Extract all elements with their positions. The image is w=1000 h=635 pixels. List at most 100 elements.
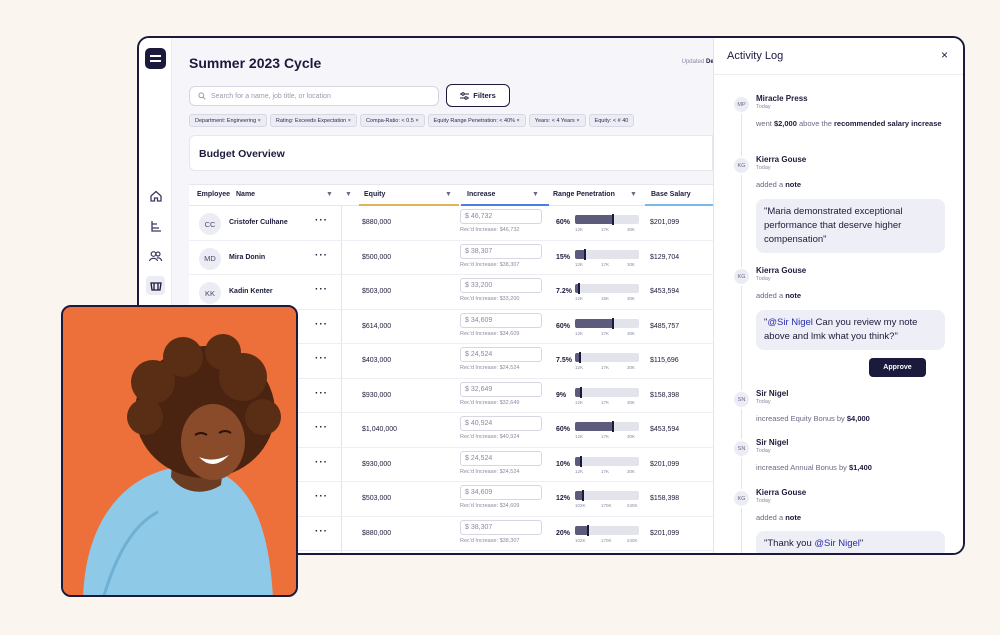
- base-salary-value: $201,099: [650, 460, 680, 468]
- avatar: MP: [732, 95, 751, 114]
- tick-label: 170K: [601, 537, 612, 543]
- increase-input[interactable]: $ 32,649: [460, 381, 542, 397]
- tick-label: 240K: [627, 503, 638, 508]
- range-bar-fill: [575, 422, 613, 431]
- chevron-down-icon[interactable]: ▼: [532, 191, 539, 198]
- recommended-increase: Rec'd Increase: $33,200: [460, 296, 520, 302]
- more-options-icon[interactable]: ···: [315, 353, 328, 364]
- home-icon[interactable]: [146, 186, 165, 205]
- range-percent: 12%: [556, 495, 571, 502]
- more-options-icon[interactable]: ···: [315, 422, 328, 433]
- increase-input[interactable]: $ 34,609: [460, 485, 542, 500]
- entry-author[interactable]: Kierra Gouse: [756, 155, 806, 164]
- base-salary-value: $201,099: [650, 529, 680, 537]
- org-chart-icon[interactable]: [146, 216, 165, 235]
- chevron-down-icon[interactable]: ▼: [326, 191, 333, 198]
- mention-link[interactable]: @Sir Nigel: [767, 317, 813, 328]
- tick-label: 12K: [575, 365, 584, 370]
- filter-chip[interactable]: Department: Engineering ×: [189, 114, 267, 127]
- range-bar-marker: [612, 214, 614, 225]
- col-range-penetration[interactable]: Range Penetration: [553, 191, 615, 198]
- range-bar-marker: [582, 490, 584, 501]
- entry-text: added a note: [756, 180, 802, 189]
- col-equity[interactable]: Equity: [364, 191, 385, 198]
- close-icon[interactable]: ×: [941, 48, 948, 62]
- more-options-icon[interactable]: ···: [315, 250, 328, 261]
- increase-input[interactable]: $ 24,524: [460, 347, 542, 362]
- filter-chip[interactable]: Rating: Exceeds Expectation ×: [269, 114, 357, 127]
- tick-label: 12K: [575, 261, 584, 267]
- chevron-down-icon[interactable]: ▼: [630, 191, 637, 198]
- more-options-icon[interactable]: ···: [315, 491, 328, 502]
- tick-label: 30K: [627, 434, 636, 439]
- tick-label: 12K: [575, 296, 584, 301]
- budget-icon[interactable]: [146, 276, 165, 295]
- employee-name[interactable]: Kadin Kenter: [229, 288, 273, 295]
- entry-author[interactable]: Miracle Press: [756, 94, 808, 103]
- people-icon[interactable]: [146, 246, 165, 265]
- equity-value: $1,040,000: [362, 426, 398, 433]
- entry-text: added a note: [756, 513, 802, 522]
- filters-button[interactable]: Filters: [446, 84, 510, 107]
- increase-input[interactable]: $ 24,524: [460, 450, 542, 466]
- equity-value: $930,000: [362, 460, 392, 468]
- more-options-icon[interactable]: ···: [315, 319, 328, 330]
- filter-chip[interactable]: Equity Range Penetration: < 40% ×: [427, 114, 526, 127]
- more-options-icon[interactable]: ···: [315, 388, 328, 399]
- entry-author[interactable]: Sir Nigel: [756, 389, 788, 398]
- more-options-icon[interactable]: ···: [315, 526, 328, 537]
- more-options-icon[interactable]: ···: [315, 457, 328, 468]
- equity-value: $930,000: [362, 391, 392, 399]
- mention-link[interactable]: @Sir Nigel: [814, 538, 860, 549]
- increase-input[interactable]: $ 40,924: [460, 416, 542, 431]
- tick-label: 30K: [627, 468, 636, 474]
- entry-time: Today: [756, 104, 771, 110]
- person-photo: [61, 305, 298, 597]
- col-increase[interactable]: Increase: [467, 191, 495, 198]
- increase-input[interactable]: $ 38,307: [460, 519, 542, 535]
- increase-input[interactable]: $ 34,609: [460, 312, 542, 328]
- increase-input[interactable]: $ 38,307: [460, 243, 542, 259]
- chevron-down-icon[interactable]: ▼: [345, 191, 352, 198]
- range-percent: 60%: [556, 426, 571, 433]
- entry-author[interactable]: Kierra Gouse: [756, 488, 806, 497]
- filter-chip[interactable]: Compa-Ratio: < 0.5 ×: [359, 114, 425, 127]
- tick-label: 17K: [601, 434, 610, 439]
- entry-author[interactable]: Kierra Gouse: [756, 266, 806, 275]
- entry-text: increased Annual Bonus by $1,400: [756, 463, 872, 472]
- page-title: Summer 2023 Cycle: [189, 55, 322, 71]
- table-row[interactable]: CC Cristofer Culhane ··· $880,000 $ 46,732 Re…: [189, 206, 713, 241]
- updated-label: Updated Dec: [681, 59, 717, 65]
- more-options-icon[interactable]: ···: [315, 215, 328, 226]
- filter-chip[interactable]: Years: < 4 Years ×: [528, 114, 586, 127]
- tick-label: 102K: [575, 503, 586, 508]
- tick-label: 15K: [601, 296, 610, 301]
- equity-value: $503,000: [362, 495, 392, 502]
- increase-input[interactable]: $ 46,732: [460, 209, 542, 224]
- range-percent: 60%: [556, 219, 571, 226]
- col-employee[interactable]: Employee: [197, 191, 230, 198]
- chevron-down-icon[interactable]: ▼: [445, 191, 452, 198]
- employee-name[interactable]: Cristofer Culhane: [229, 219, 288, 226]
- equity-value: $880,000: [362, 219, 392, 226]
- col-base-salary[interactable]: Base Salary: [651, 191, 691, 198]
- equity-value: $880,000: [362, 529, 392, 537]
- search-input[interactable]: Search for a name, job title, or locatio…: [189, 86, 439, 106]
- base-salary-value: $201,099: [650, 219, 680, 226]
- entry-time: Today: [756, 448, 771, 454]
- range-bar-fill: [575, 215, 613, 224]
- laughing-woman-illustration: [63, 307, 296, 595]
- entry-author[interactable]: Sir Nigel: [756, 438, 788, 447]
- more-options-icon[interactable]: ···: [315, 284, 328, 295]
- employee-name[interactable]: Mira Donin: [229, 254, 265, 261]
- range-bar-marker: [612, 421, 614, 432]
- tick-label: 240K: [627, 537, 638, 543]
- approve-button[interactable]: Approve: [869, 358, 926, 377]
- col-name[interactable]: Name: [236, 191, 255, 198]
- app-logo-icon[interactable]: [145, 48, 166, 69]
- increase-input[interactable]: $ 33,200: [460, 278, 542, 293]
- table-row[interactable]: MD Mira Donin ··· $500,000 $ 38,307 Rec'd Inc…: [189, 241, 713, 275]
- range-percent: 60%: [556, 322, 571, 330]
- filter-chip[interactable]: Equity: < # 40: [588, 114, 635, 127]
- range-bar: [575, 490, 639, 501]
